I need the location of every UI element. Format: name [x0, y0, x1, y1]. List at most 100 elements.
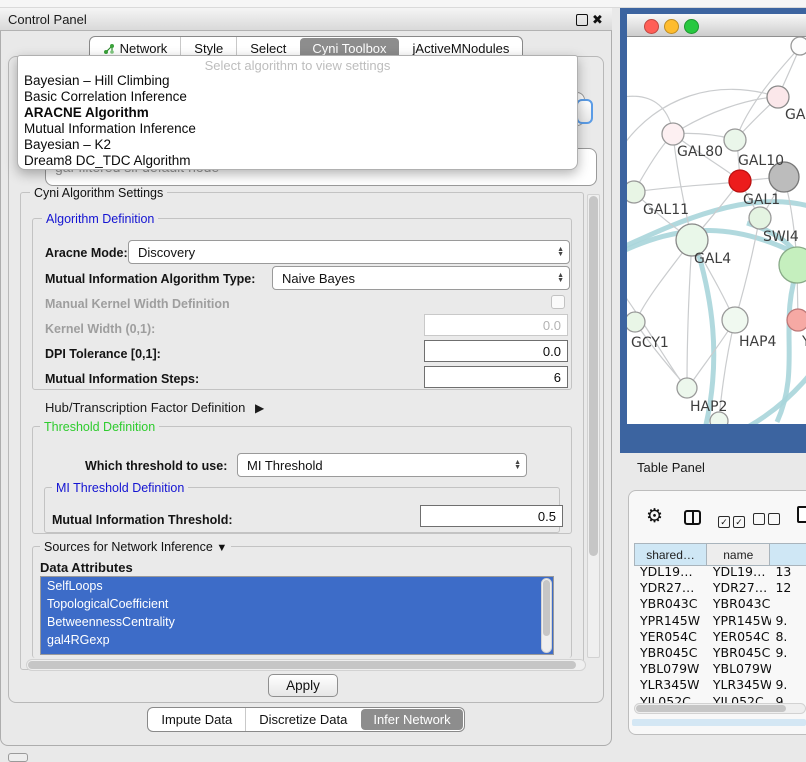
spinner-arrows-icon: ▲▼ — [514, 460, 521, 470]
tab-label: Infer Network — [373, 712, 450, 727]
control-panel-titlebar[interactable]: Control Panel ✖ — [0, 8, 612, 31]
node-top-partial[interactable] — [791, 37, 806, 55]
column-header-A[interactable]: A — [770, 543, 806, 566]
apply-button[interactable]: Apply — [268, 674, 338, 697]
float-window-icon[interactable] — [576, 14, 588, 26]
node-hap4[interactable] — [722, 307, 748, 333]
checked-box-icon: ✓ — [718, 516, 730, 528]
table-footer-strip — [632, 719, 806, 726]
algorithm-option[interactable]: Bayesian – K2 — [18, 137, 577, 153]
manual-kernel-checkbox[interactable] — [551, 295, 565, 309]
table-row[interactable]: YBL079WYBL079W — [634, 661, 806, 677]
algorithm-option[interactable]: Basic Correlation Inference — [18, 89, 577, 105]
node-hap2[interactable] — [677, 378, 697, 398]
attribute-item[interactable]: TopologicalCoefficient — [41, 595, 553, 613]
inference-algorithm-combo-button[interactable] — [576, 99, 593, 124]
attribute-item[interactable]: SelfLoops — [41, 577, 553, 595]
zoom-traffic-light[interactable] — [684, 19, 699, 34]
node-gal10[interactable] — [724, 129, 746, 151]
algorithm-definition-title: Algorithm Definition — [42, 212, 158, 226]
table-row[interactable]: YPR145WYPR145W9. — [634, 613, 806, 629]
mi-steps-field[interactable]: 6 — [424, 366, 568, 388]
node-gal80[interactable] — [662, 123, 684, 145]
mi-steps-label: Mutual Information Steps: — [45, 372, 199, 386]
close-traffic-light[interactable] — [644, 19, 659, 34]
table-cell: YIL052C — [634, 694, 707, 704]
table-body: YDL19…YDL19…13YDR27…YDR27…12YBR043CYBR04… — [634, 564, 806, 703]
tab-label: jActiveMNodules — [413, 41, 510, 56]
node-swi4-big[interactable] — [779, 247, 806, 283]
settings-vscrollbar-thumb[interactable] — [589, 196, 598, 556]
table-cell: YBL079W — [634, 661, 707, 677]
mi-type-combo[interactable]: Naive Bayes ▲▼ — [272, 266, 570, 290]
which-threshold-value: MI Threshold — [247, 458, 323, 473]
tab-impute-data[interactable]: Impute Data — [148, 708, 245, 731]
table-row[interactable]: YBR045CYBR045C9. — [634, 645, 806, 661]
table-cell: YLR345W — [634, 677, 707, 693]
hub-definition-expander[interactable]: Hub/Transcription Factor Definition ▶ — [45, 400, 264, 415]
table-cell: 9. — [771, 613, 806, 629]
node-gal1[interactable] — [749, 207, 771, 229]
algorithm-option[interactable]: Dream8 DC_TDC Algorithm — [18, 153, 577, 169]
data-attributes-label: Data Attributes — [40, 560, 133, 575]
settings-hscrollbar-thumb[interactable] — [28, 661, 576, 669]
table-cell — [771, 596, 806, 612]
which-threshold-label: Which threshold to use: — [85, 459, 227, 473]
which-threshold-combo[interactable]: MI Threshold ▲▼ — [237, 453, 527, 477]
dpi-tolerance-field[interactable]: 0.0 — [424, 340, 568, 362]
node-red[interactable] — [729, 170, 751, 192]
column-header-name[interactable]: name — [707, 543, 770, 566]
table-cell: 9. — [771, 677, 806, 693]
algorithm-option[interactable]: Mutual Information Inference — [18, 121, 577, 137]
tab-discretize-data[interactable]: Discretize Data — [245, 708, 360, 731]
tab-label: Network — [120, 41, 168, 56]
checked-pair-icon[interactable]: ✓✓ — [718, 513, 745, 528]
data-attributes-list[interactable]: SelfLoopsTopologicalCoefficientBetweenne… — [40, 576, 554, 655]
gear-icon[interactable]: ⚙ — [646, 505, 663, 528]
node-salmon[interactable] — [787, 309, 806, 331]
node-label-swi4: SWI4 — [763, 229, 799, 245]
node-label-hap2: HAP2 — [690, 399, 727, 415]
network-window-titlebar[interactable] — [627, 14, 806, 37]
network-edge — [695, 242, 714, 424]
aracne-mode-combo[interactable]: Discovery ▲▼ — [128, 240, 570, 264]
bottom-left-partial-button[interactable] — [8, 753, 28, 762]
node-label-gal4: GAL4 — [694, 251, 731, 267]
algorithm-dropdown-list: Bayesian – Hill ClimbingBasic Correlatio… — [18, 73, 577, 169]
table-row[interactable]: YDL19…YDL19…13 — [634, 564, 806, 580]
algorithm-option[interactable]: ARACNE Algorithm — [18, 105, 577, 121]
control-panel-title: Control Panel — [8, 12, 87, 27]
attr-list-vscrollbar-thumb[interactable] — [543, 580, 550, 636]
sources-title[interactable]: Sources for Network Inference ▼ — [40, 540, 231, 554]
kernel-width-field[interactable]: 0.0 — [424, 314, 568, 336]
table-row[interactable]: YLR345WYLR345W9. — [634, 677, 806, 693]
tab-label: Select — [250, 41, 286, 56]
close-window-icon[interactable]: ✖ — [592, 13, 603, 26]
node-pink-top[interactable] — [767, 86, 789, 108]
table-row[interactable]: YIL052CYIL052C9 — [634, 694, 806, 704]
table-hscrollbar-thumb[interactable] — [636, 705, 786, 712]
table-header-row[interactable]: shared…nameA — [634, 543, 806, 566]
node-gal11[interactable] — [627, 181, 645, 203]
checked-box-icon: ✓ — [733, 516, 745, 528]
column-header-shared[interactable]: shared… — [634, 543, 707, 566]
table-row[interactable]: YER054CYER054C8. — [634, 629, 806, 645]
table-cell: YBR043C — [634, 596, 707, 612]
table-row[interactable]: YDR27…YDR27…12 — [634, 580, 806, 596]
table-row[interactable]: YBR043CYBR043C — [634, 596, 806, 612]
expander-arrow-icon: ▶ — [255, 401, 264, 415]
table-cell: 13 — [771, 564, 806, 580]
network-canvas[interactable]: GALGAL80GAL10GAL1GAL11SWI4GAL4GCY1HAP4YH… — [627, 37, 806, 424]
mi-threshold-field[interactable]: 0.5 — [420, 505, 563, 527]
algorithm-option[interactable]: Bayesian – Hill Climbing — [18, 73, 577, 89]
unchecked-pair-icon[interactable] — [753, 513, 780, 528]
sources-title-text: Sources for Network Inference — [44, 540, 213, 554]
node-gcy1[interactable] — [627, 312, 645, 332]
document-icon[interactable] — [797, 506, 806, 523]
attribute-item[interactable]: gal4RGexp — [41, 631, 553, 649]
split-columns-icon[interactable] — [684, 510, 701, 525]
minimize-traffic-light[interactable] — [664, 19, 679, 34]
tab-infer-network[interactable]: Infer Network — [361, 709, 462, 730]
table-cell: YBR045C — [634, 645, 707, 661]
attribute-item[interactable]: BetweennessCentrality — [41, 613, 553, 631]
